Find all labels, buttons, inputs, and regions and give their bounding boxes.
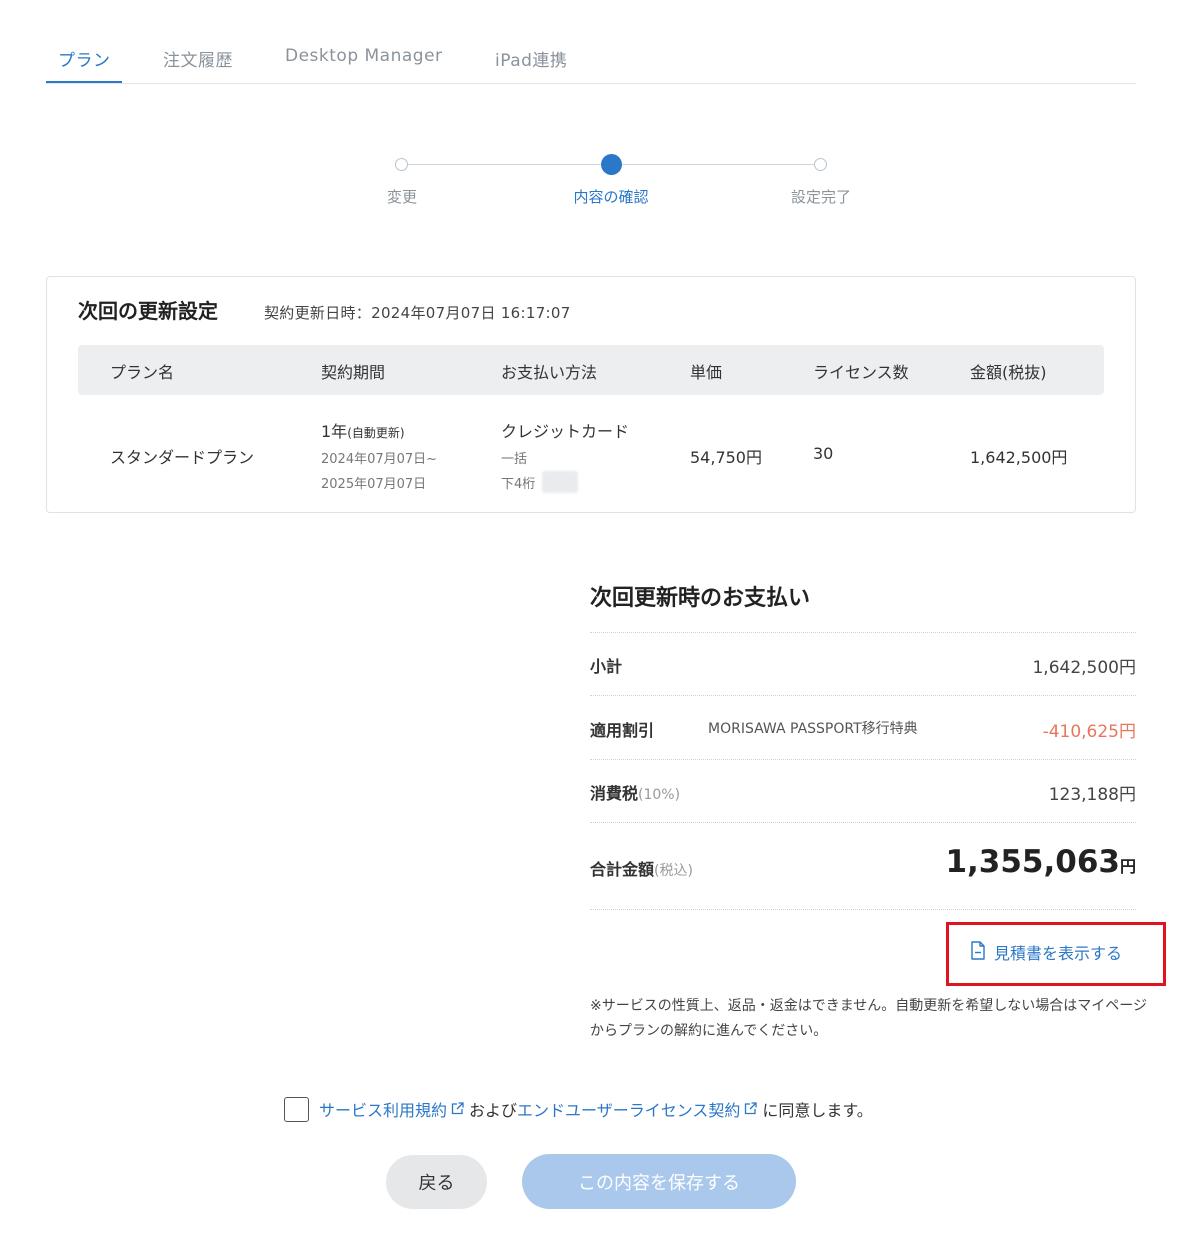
table-header: プラン名 契約期間 お支払い方法 単価 ライセンス数 金額(税抜) — [78, 345, 1104, 395]
term: 1年(自動更新) — [321, 422, 405, 441]
tax-value: 123,188円 — [1048, 785, 1136, 805]
term-start: 2024年07月07日~ — [321, 452, 438, 467]
subtotal-value: 1,642,500円 — [1032, 658, 1136, 678]
license-count: 30 — [813, 444, 834, 463]
header-licenses: ライセンス数 — [813, 363, 909, 382]
divider — [590, 909, 1136, 910]
discount-note: MORISAWA PASSPORT移行特典 — [708, 721, 918, 737]
plan-name: スタンダードプラン — [110, 448, 255, 467]
divider — [590, 632, 1136, 633]
highlight-annotation-box — [946, 922, 1166, 986]
step-1-label: 変更 — [386, 188, 418, 206]
header-term: 契約期間 — [321, 363, 386, 382]
card-last4-redacted — [542, 471, 578, 493]
header-unit-price: 単価 — [690, 363, 723, 382]
active-tab-indicator — [46, 81, 122, 83]
tab-order-history[interactable]: 注文履歴 — [163, 46, 233, 71]
amount: 1,642,500円 — [970, 448, 1068, 467]
divider — [590, 822, 1136, 823]
agree-checkbox[interactable] — [284, 1096, 309, 1122]
card-last4-label: 下4桁 — [501, 477, 536, 492]
external-link-icon — [744, 1100, 758, 1119]
tab-bar: プラン 注文履歴 Desktop Manager iPad連携 — [46, 40, 1136, 84]
renewal-settings-card: 次回の更新設定 契約更新日時：2024年07月07日 16:17:07 プラン名… — [46, 276, 1136, 513]
tab-plan[interactable]: プラン — [58, 46, 111, 71]
renewal-datetime: 契約更新日時：2024年07月07日 16:17:07 — [264, 304, 571, 322]
term-end: 2025年07月07日 — [321, 477, 427, 492]
payment-method: クレジットカード — [501, 422, 630, 441]
payment-type: 一括 — [501, 452, 528, 467]
tab-desktop-manager[interactable]: Desktop Manager — [285, 46, 443, 66]
and-text: および — [469, 1101, 518, 1120]
back-button[interactable]: 戻る — [386, 1155, 487, 1209]
card-title: 次回の更新設定 — [78, 299, 218, 323]
eula-link[interactable]: エンドユーザーライセンス契約 — [517, 1097, 740, 1121]
unit-price: 54,750円 — [690, 448, 762, 467]
tax-label: 消費税(10%) — [590, 784, 681, 803]
discount-value: -410,625円 — [1042, 722, 1136, 742]
subtotal-label: 小計 — [590, 657, 623, 676]
step-3-label: 設定完了 — [790, 188, 852, 206]
progress-stepper: 変更 内容の確認 設定完了 — [380, 150, 851, 220]
agree-suffix-text: に同意します。 — [762, 1101, 873, 1120]
terms-of-service-link[interactable]: サービス利用規約 — [319, 1097, 447, 1121]
step-1-dot — [395, 158, 408, 171]
step-2-dot-active — [601, 154, 622, 175]
total-label: 合計金額(税込) — [590, 860, 693, 879]
header-plan-name: プラン名 — [110, 363, 175, 382]
summary-title: 次回更新時のお支払い — [590, 586, 811, 611]
disclaimer-text: ※サービスの性質上、返品・返金はできません。自動更新を希望しない場合はマイページ… — [590, 998, 1148, 1039]
save-button[interactable]: この内容を保存する — [522, 1154, 796, 1209]
divider — [590, 695, 1136, 696]
discount-label: 適用割引 — [590, 721, 655, 740]
total-value: 1,355,063円 — [945, 844, 1136, 880]
external-link-icon — [451, 1100, 464, 1119]
tab-ipad-link[interactable]: iPad連携 — [495, 46, 567, 71]
step-3-dot — [814, 158, 827, 171]
divider — [590, 759, 1136, 760]
header-amount: 金額(税抜) — [970, 363, 1047, 382]
step-2-label: 内容の確認 — [573, 188, 649, 206]
header-payment-method: お支払い方法 — [501, 363, 598, 382]
agreement-row: サービス利用規約 および エンドユーザーライセンス契約 に同意します。 — [284, 1096, 873, 1122]
